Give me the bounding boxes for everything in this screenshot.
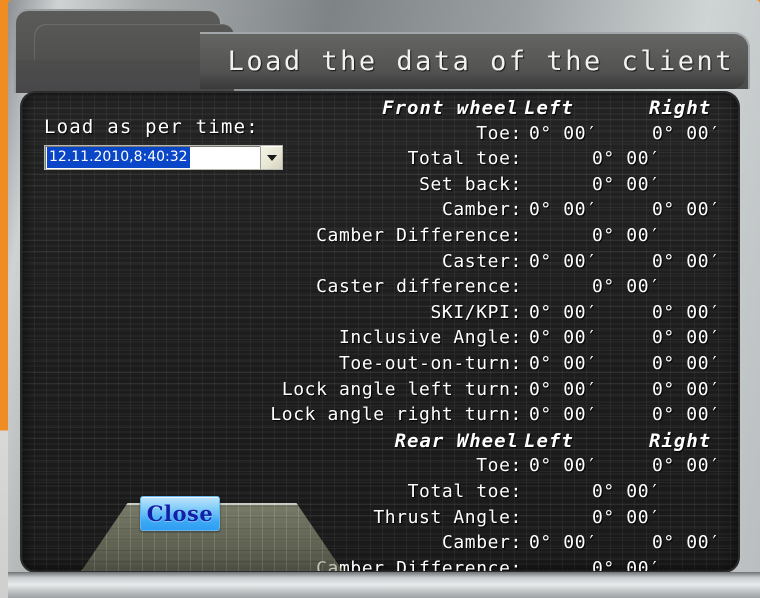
measurement-value: 0° 00′ [592,506,661,528]
measurement-label: Camber: [441,199,522,221]
section-header-rear: Rear Wheel Left Right [322,430,734,456]
measurement-value-left: 0° 00′ [529,455,598,477]
measurement-row: SKI/KPI: 0° 00′ 0° 00′ [322,302,734,328]
measurement-value-right: 0° 00′ [652,378,721,400]
measurement-label: Toe: [476,122,522,144]
measurement-row: Caster: 0° 00′ 0° 00′ [322,251,734,277]
measurement-value-right: 0° 00′ [652,404,721,426]
measurement-label: Inclusive Angle: [339,327,522,349]
measurement-value: 0° 00′ [592,276,661,298]
measurement-row: Camber: 0° 00′ 0° 00′ [322,532,734,558]
measurement-label: Caster: [441,250,522,272]
window-bottom-band [8,572,760,598]
left-accent-strip [0,0,8,598]
measurement-label: Lock angle left turn: [281,378,522,400]
measurement-label: Lock angle right turn: [270,404,522,426]
measurement-row: Caster difference: 0° 00′ [316,276,734,302]
measurement-value-right: 0° 00′ [652,122,721,144]
datetime-select-value: 12.11.2010,8:40:32 [47,147,190,168]
measurement-value-left: 0° 00′ [529,250,598,272]
datetime-select-value-wrap[interactable]: 12.11.2010,8:40:32 [45,146,260,169]
measurement-label: Set back: [419,173,522,195]
measurement-row: Camber: 0° 00′ 0° 00′ [322,199,734,225]
measurement-value: 0° 00′ [592,148,661,170]
measurement-value-left: 0° 00′ [529,532,598,554]
measurement-row: Inclusive Angle: 0° 00′ 0° 00′ [322,327,734,353]
measurement-value-right: 0° 00′ [652,301,721,323]
measurement-row: Camber Difference: 0° 00′ [316,557,734,571]
app-root: Load the data of the client Load as per … [0,0,760,598]
measurement-label: Toe: [476,455,522,477]
measurement-value-right: 0° 00′ [652,199,721,221]
measurement-value-right: 0° 00′ [652,455,721,477]
chevron-down-icon[interactable] [260,146,282,169]
measurement-row: Set back: 0° 00′ [322,174,734,200]
section-title: Rear Wheel [394,429,519,452]
window-title: Load the data of the client [227,46,734,77]
measurement-row: Camber Difference: 0° 00′ [316,224,734,251]
measurement-value: 0° 00′ [592,224,661,246]
measurement-value-left: 0° 00′ [529,352,598,374]
titlebar-tab-join [14,60,214,93]
section-title: Front wheel [382,97,519,119]
measurement-label: SKI/KPI: [430,301,522,323]
content-panel: Load as per time: 12.11.2010,8:40:32 Fro… [22,93,738,571]
load-as-per-time-label: Load as per time: [44,116,259,138]
measurement-row: Lock angle right turn: 0° 00′ 0° 00′ [270,404,734,430]
measurement-label: Total toe: [407,480,522,502]
measurement-value: 0° 00′ [592,173,661,195]
measurement-row: Lock angle left turn: 0° 00′ 0° 00′ [282,378,734,405]
column-header-right: Right [649,429,712,452]
measurement-label: Toe-out-on-turn: [339,352,522,374]
measurement-value-left: 0° 00′ [529,199,598,221]
measurement-label: Total toe: [407,148,522,170]
section-header-front: Front wheel Left Right [322,97,734,123]
measurement-value-left: 0° 00′ [529,122,598,144]
measurement-label: Caster difference: [316,276,522,298]
measurement-value-right: 0° 00′ [652,352,721,374]
measurement-row: Total toe: 0° 00′ [322,148,734,174]
measurement-label: Camber: [441,532,522,554]
measurement-value-left: 0° 00′ [529,404,598,426]
measurement-row: Total toe: 0° 00′ [322,481,734,507]
measurement-value: 0° 00′ [592,480,661,502]
measurement-label: Thrust Angle: [373,506,522,528]
column-header-right: Right [649,97,712,119]
measurement-label: Camber Difference: [316,224,522,246]
measurement-row: Toe: 0° 00′ 0° 00′ [322,123,734,149]
measurement-value-left: 0° 00′ [529,327,598,349]
measurement-row: Toe-out-on-turn: 0° 00′ 0° 00′ [322,353,734,379]
measurement-table: Front wheel Left Right Toe: 0° 00′ 0° 00′ Tota… [270,97,734,571]
measurement-row: Thrust Angle: 0° 00′ [322,507,734,533]
column-header-left: Left [524,429,574,452]
measurement-value-right: 0° 00′ [652,250,721,272]
measurement-value: 0° 00′ [592,557,661,571]
datetime-select[interactable]: 12.11.2010,8:40:32 [44,145,283,170]
measurement-value-right: 0° 00′ [652,532,721,554]
measurement-value-left: 0° 00′ [529,378,598,400]
measurement-label: Camber Difference: [316,557,522,571]
window-titlebar: Load the data of the client [200,32,750,89]
column-header-left: Left [524,97,574,119]
close-button-label: Close [146,501,214,526]
close-button[interactable]: Close [140,496,220,531]
measurement-value-right: 0° 00′ [652,327,721,349]
measurement-value-left: 0° 00′ [529,301,598,323]
measurement-row: Toe: 0° 00′ 0° 00′ [322,455,734,481]
